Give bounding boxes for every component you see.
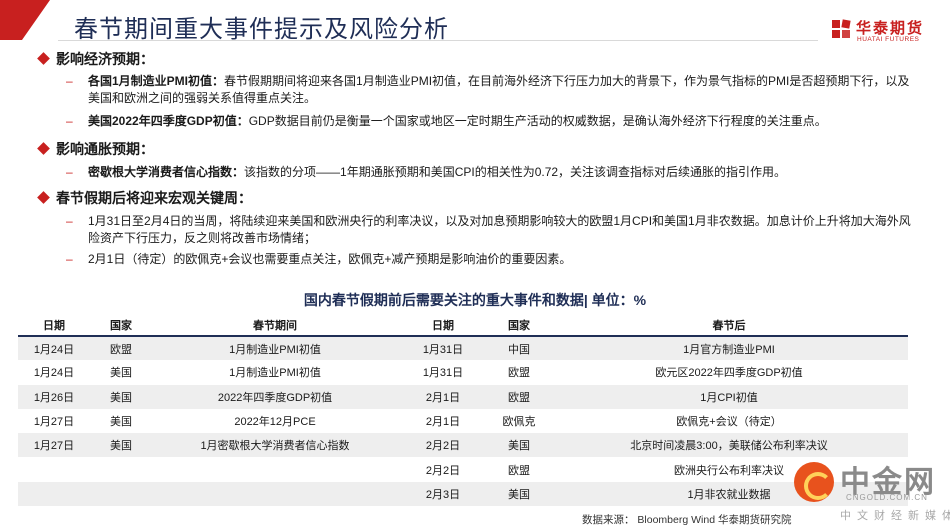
- table-cell: 美国: [488, 433, 550, 458]
- diamond-bullet-icon: [37, 142, 50, 155]
- table-cell: 1月24日: [18, 336, 90, 361]
- data-source-note: 数据来源： Bloomberg Wind 华泰期货研究院: [582, 514, 792, 526]
- table-cell: 2022年四季度GDP初值: [152, 384, 398, 409]
- bullet-text: 该指数的分项——1年期通胀预期和美国CPI的相关性为0.72，关注该调查指标对后…: [244, 165, 787, 179]
- bullet-label: 密歇根大学消费者信心指数：: [88, 165, 245, 179]
- table-title: 国内春节假期前后需要关注的重大事件和数据| 单位：%: [303, 292, 647, 308]
- cngold-watermark-logo: 中金网 CNGOLD.COM.CN 中文财经新媒体: [790, 455, 950, 532]
- table-cell: 欧盟: [488, 384, 550, 409]
- table-row: 1月24日 美国 1月制造业PMI初值 1月31日 欧盟 欧元区2022年四季度…: [18, 360, 908, 384]
- table-cell: 1月27日: [18, 433, 90, 458]
- title-bar: 春节期间重大事件提示及风险分析: [0, 0, 950, 43]
- table-cell: 欧盟: [508, 464, 530, 477]
- dash-bullet-icon: –: [66, 252, 73, 266]
- table-cell: 北京时间凌晨3:00，美联储公布利率决议: [550, 433, 908, 458]
- table-row: 1月27日 美国 1月密歇根大学消费者信心指数 2月2日 美国 北京时间凌晨3:…: [18, 433, 908, 458]
- cngold-logo-icon: [794, 462, 834, 502]
- table-cell: 1月密歇根大学消费者信心指数: [152, 433, 398, 458]
- table-cell: [152, 481, 398, 507]
- cngold-logo-slogan: 中文财经新媒体: [840, 510, 950, 522]
- table-cell: 2月2日: [425, 464, 461, 477]
- bullet-text: 2月1日（待定）的欧佩克+会议也需要重点关注，欧佩克+减产预期是影响油价的重要因…: [88, 252, 572, 266]
- table-cell: 美国: [110, 416, 132, 429]
- page-title: 春节期间重大事件提示及风险分析: [74, 16, 449, 43]
- table-cell: [90, 481, 152, 507]
- table-cell: 欧佩克+会议（待定）: [676, 416, 782, 429]
- table-cell: 2月1日: [398, 384, 488, 409]
- bullet-label: 各国1月制造业PMI初值：: [88, 74, 225, 88]
- bullet-pmi: – 各国1月制造业PMI初值：春节假期期间将迎来各国1月制造业PMI初值，在目前…: [36, 73, 916, 107]
- section-heading-key-week: 春节假期后将迎来宏观关键周：: [36, 187, 916, 209]
- dash-bullet-icon: –: [66, 214, 73, 228]
- table-cell: 美国: [90, 384, 152, 409]
- table-cell: 1月CPI初值: [550, 384, 908, 409]
- table-cell: 1月27日: [33, 416, 75, 429]
- table-cell: 1月26日: [18, 384, 90, 409]
- bullet-gdp: – 美国2022年四季度GDP初值：GDP数据目前仍是衡量一个国家或地区一定时期…: [36, 113, 916, 130]
- section-heading-inflation: 影响通胀预期：: [36, 138, 916, 160]
- bullet-text: 1月31日至2月4日的当周，将陆续迎来美国和欧洲央行的利率决议，以及对加息预期影…: [88, 214, 911, 245]
- column-header: 国家: [488, 314, 550, 337]
- table-cell: 1月31日: [398, 336, 488, 361]
- column-header: 春节后: [550, 314, 908, 337]
- bullet-text: GDP数据目前仍是衡量一个国家或地区一定时期生产活动的权威数据，是确认海外经济下…: [248, 114, 827, 128]
- bullet-michigan: – 密歇根大学消费者信心指数：该指数的分项——1年期通胀预期和美国CPI的相关性…: [36, 164, 916, 181]
- table-cell: 1月24日: [33, 367, 75, 380]
- table-cell: [152, 457, 398, 481]
- table-row: 1月24日 欧盟 1月制造业PMI初值 1月31日 中国 1月官方制造业PMI: [18, 336, 908, 361]
- table-cell: 2月3日: [398, 481, 488, 507]
- table-cell: 2022年12月PCE: [234, 416, 316, 429]
- table-row: 1月27日 美国 2022年12月PCE 2月1日 欧佩克 欧佩克+会议（待定）: [18, 409, 908, 433]
- table-cell: 美国: [90, 433, 152, 458]
- diamond-bullet-icon: [37, 191, 50, 204]
- table-cell: 1月官方制造业PMI: [550, 336, 908, 361]
- column-header: 国家: [90, 314, 152, 337]
- dash-bullet-icon: –: [66, 114, 73, 128]
- table-cell: 美国: [488, 481, 550, 507]
- bullet-opec: – 2月1日（待定）的欧佩克+会议也需要重点关注，欧佩克+减产预期是影响油价的重…: [36, 251, 916, 268]
- table-cell: 2月2日: [398, 433, 488, 458]
- cngold-logo-domain: CNGOLD.COM.CN: [846, 493, 928, 502]
- analysis-content: 影响经济预期： – 各国1月制造业PMI初值：春节假期期间将迎来各国1月制造业P…: [36, 40, 916, 268]
- table-cell: 美国: [110, 367, 132, 380]
- dash-bullet-icon: –: [66, 74, 73, 88]
- table-cell: 中国: [488, 336, 550, 361]
- table-row: 1月26日 美国 2022年四季度GDP初值 2月1日 欧盟 1月CPI初值: [18, 384, 908, 409]
- table-cell: 欧元区2022年四季度GDP初值: [655, 367, 803, 380]
- table-cell: [18, 481, 90, 507]
- table-cell: 欧盟: [90, 336, 152, 361]
- diamond-bullet-icon: [37, 52, 50, 65]
- column-header: 日期: [18, 314, 90, 337]
- table-cell: 2月1日: [425, 416, 461, 429]
- table-header-row: 日期 国家 春节期间 日期 国家 春节后: [18, 314, 908, 337]
- bullet-label: 美国2022年四季度GDP初值：: [88, 114, 249, 128]
- table-row: 2月2日 欧盟 欧洲央行公布利率决议: [18, 457, 908, 481]
- title-accent-bar: [0, 0, 52, 40]
- column-header: 春节期间: [152, 314, 398, 337]
- column-header: 日期: [398, 314, 488, 337]
- huatai-logo-icon: [832, 19, 851, 38]
- dash-bullet-icon: –: [66, 165, 73, 179]
- table-cell: [18, 457, 90, 481]
- table-cell: [90, 457, 152, 481]
- table-cell: 1月制造业PMI初值: [152, 336, 398, 361]
- section-heading-economy: 影响经济预期：: [36, 48, 916, 70]
- logo-chinese-name: 华泰期货: [856, 20, 925, 37]
- table-row: 2月3日 美国 1月非农就业数据: [18, 481, 908, 507]
- table-cell: 欧盟: [508, 367, 530, 380]
- bullet-rate-decisions: – 1月31日至2月4日的当周，将陆续迎来美国和欧洲央行的利率决议，以及对加息预…: [36, 213, 916, 247]
- table-cell: 1月制造业PMI初值: [229, 367, 321, 380]
- events-table: 日期 国家 春节期间 日期 国家 春节后 1月24日 欧盟 1月制造业PMI初值…: [18, 314, 908, 507]
- table-cell: 1月31日: [422, 367, 464, 380]
- table-cell: 欧佩克: [502, 416, 536, 429]
